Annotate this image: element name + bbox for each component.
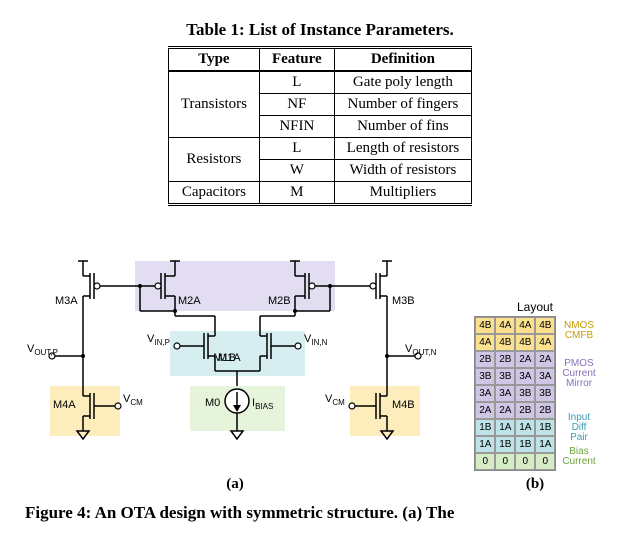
legend-diff: InputDiffPair [562, 413, 595, 443]
layout-cell: 4B [475, 317, 495, 334]
layout-cell: 2A [515, 351, 535, 368]
cell-type: Capacitors [168, 182, 259, 205]
layout-cell: 3A [515, 368, 535, 385]
legend-bias: BiasCurrent [562, 447, 595, 467]
mosfet-M3B [355, 269, 387, 331]
label-VCM-R: VCM [325, 393, 345, 407]
cell-type: Transistors [168, 71, 259, 138]
nmos-right-region [350, 386, 420, 436]
label-M4B: M4B [392, 399, 415, 411]
col-type: Type [168, 48, 259, 72]
layout-cell: 4B [515, 334, 535, 351]
legend-nmos: NMOSCMFB [562, 321, 595, 341]
legend-pmos: PMOSCurrentMirror [562, 359, 595, 389]
layout-cell: 1A [475, 436, 495, 453]
layout-cell: 3B [495, 368, 515, 385]
label-M4A: M4A [53, 399, 76, 411]
layout-cell: 1A [495, 419, 515, 436]
layout-cell: 4A [495, 317, 515, 334]
layout-cell: 3A [495, 385, 515, 402]
layout-cell: 0 [515, 453, 535, 470]
figure-a: M3A M2A [20, 256, 450, 493]
cell-def: Multipliers [334, 182, 471, 205]
layout-cell: 2A [495, 402, 515, 419]
label-M3B: M3B [392, 295, 415, 307]
layout-cell: 3B [515, 385, 535, 402]
layout-cell: 1B [495, 436, 515, 453]
layout-cell: 4A [475, 334, 495, 351]
cell-def: Gate poly length [334, 71, 471, 94]
layout-legend: NMOSCMFB PMOSCurrentMirror InputDiffPair… [562, 316, 595, 469]
label-VINP: VIN,P [147, 333, 170, 347]
cell-def: Width of resistors [334, 160, 471, 182]
layout-cell: 4A [515, 317, 535, 334]
label-M0: M0 [205, 397, 220, 409]
figure-area: M3A M2A [20, 256, 620, 493]
label-VINN: VIN,N [304, 333, 328, 347]
layout-title: Layout [474, 300, 595, 314]
figure-caption: Figure 4: An OTA design with symmetric s… [20, 503, 620, 523]
layout-cell: 1A [535, 436, 555, 453]
ota-schematic: M3A M2A [20, 256, 450, 466]
cell-feature: L [259, 71, 334, 94]
cell-def: Length of resistors [334, 138, 471, 160]
sublabel-a: (a) [20, 476, 450, 493]
cell-def: Number of fingers [334, 94, 471, 116]
layout-grid: 4B4A4A4B4A4B4B4A2B2B2A2A3B3B3A3A3A3A3B3B… [474, 316, 556, 471]
cell-def: Number of fins [334, 116, 471, 138]
cell-feature: NF [259, 94, 334, 116]
label-VCM-L: VCM [123, 393, 143, 407]
figure-b: Layout 4B4A4A4B4A4B4B4A2B2B2A2A3B3B3A3A3… [450, 300, 620, 493]
layout-cell: 0 [535, 453, 555, 470]
cell-feature: NFIN [259, 116, 334, 138]
label-M1B: M1B [213, 352, 236, 364]
nmos-left-region [50, 386, 120, 436]
gnd-icon [231, 431, 243, 439]
label-M2A: M2A [178, 295, 201, 307]
layout-cell: 3B [475, 368, 495, 385]
layout-cell: 4A [535, 334, 555, 351]
layout-cell: 2B [475, 351, 495, 368]
label-VOUTP: VOUT,P [27, 343, 58, 357]
layout-cell: 1A [515, 419, 535, 436]
label-M2B: M2B [268, 295, 291, 307]
table-row: Capacitors M Multipliers [168, 182, 471, 205]
cell-feature: L [259, 138, 334, 160]
layout-cell: 2A [475, 402, 495, 419]
layout-cell: 4B [535, 317, 555, 334]
sublabel-b: (b) [450, 476, 620, 493]
layout-cell: 1B [515, 436, 535, 453]
layout-cell: 1B [475, 419, 495, 436]
label-VOUTN: VOUT,N [405, 343, 437, 357]
cell-feature: M [259, 182, 334, 205]
col-definition: Definition [334, 48, 471, 72]
layout-cell: 2B [495, 351, 515, 368]
layout-cell: 4B [495, 334, 515, 351]
cell-type: Resistors [168, 138, 259, 182]
layout-cell: 3B [535, 385, 555, 402]
layout-cell: 3A [535, 368, 555, 385]
table-caption: Table 1: List of Instance Parameters. [20, 20, 620, 40]
layout-cell: 3A [475, 385, 495, 402]
mosfet-M3A [83, 269, 115, 331]
cell-feature: W [259, 160, 334, 182]
parameter-table: Type Feature Definition Transistors L Ga… [168, 46, 472, 206]
table-row: Transistors L Gate poly length [168, 71, 471, 94]
layout-cell: 1B [535, 419, 555, 436]
layout-cell: 2A [535, 351, 555, 368]
layout-cell: 0 [495, 453, 515, 470]
label-M3A: M3A [55, 295, 78, 307]
layout-cell: 2B [515, 402, 535, 419]
layout-cell: 2B [535, 402, 555, 419]
col-feature: Feature [259, 48, 334, 72]
table-row: Resistors L Length of resistors [168, 138, 471, 160]
layout-cell: 0 [475, 453, 495, 470]
